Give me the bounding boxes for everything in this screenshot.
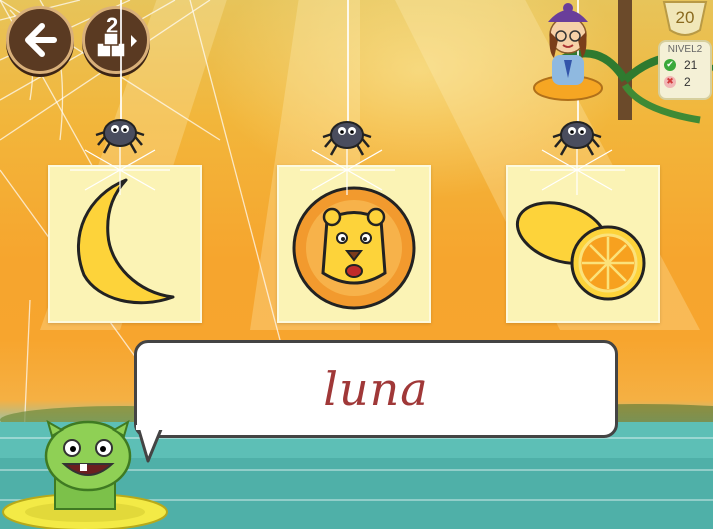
level-label: NIVEL2 [667,44,703,55]
level-panel: NIVEL2 ✔ 21 ✖ 2 [658,40,712,100]
speech-bubble: luna [134,340,618,438]
monster-mascot[interactable] [0,414,170,529]
trophy-points: 20 [675,8,695,27]
game-scene: 2 20 NIVEL2 ✔ 21 ✖ 2 luna [0,0,713,529]
check-icon: ✔ [664,59,676,71]
spider-right [552,121,602,156]
cross-icon: ✖ [664,76,676,88]
girl-avatar[interactable] [528,0,608,110]
activity-selector-button[interactable]: 2 [82,6,150,74]
cubes-icon [96,32,137,58]
spider-middle [322,121,372,156]
wrong-count: 2 [684,75,691,89]
target-word: luna [323,362,429,416]
spider-left [95,119,145,154]
arrow-left-icon [25,23,57,57]
correct-count: 21 [684,58,698,72]
back-button[interactable] [6,6,74,74]
